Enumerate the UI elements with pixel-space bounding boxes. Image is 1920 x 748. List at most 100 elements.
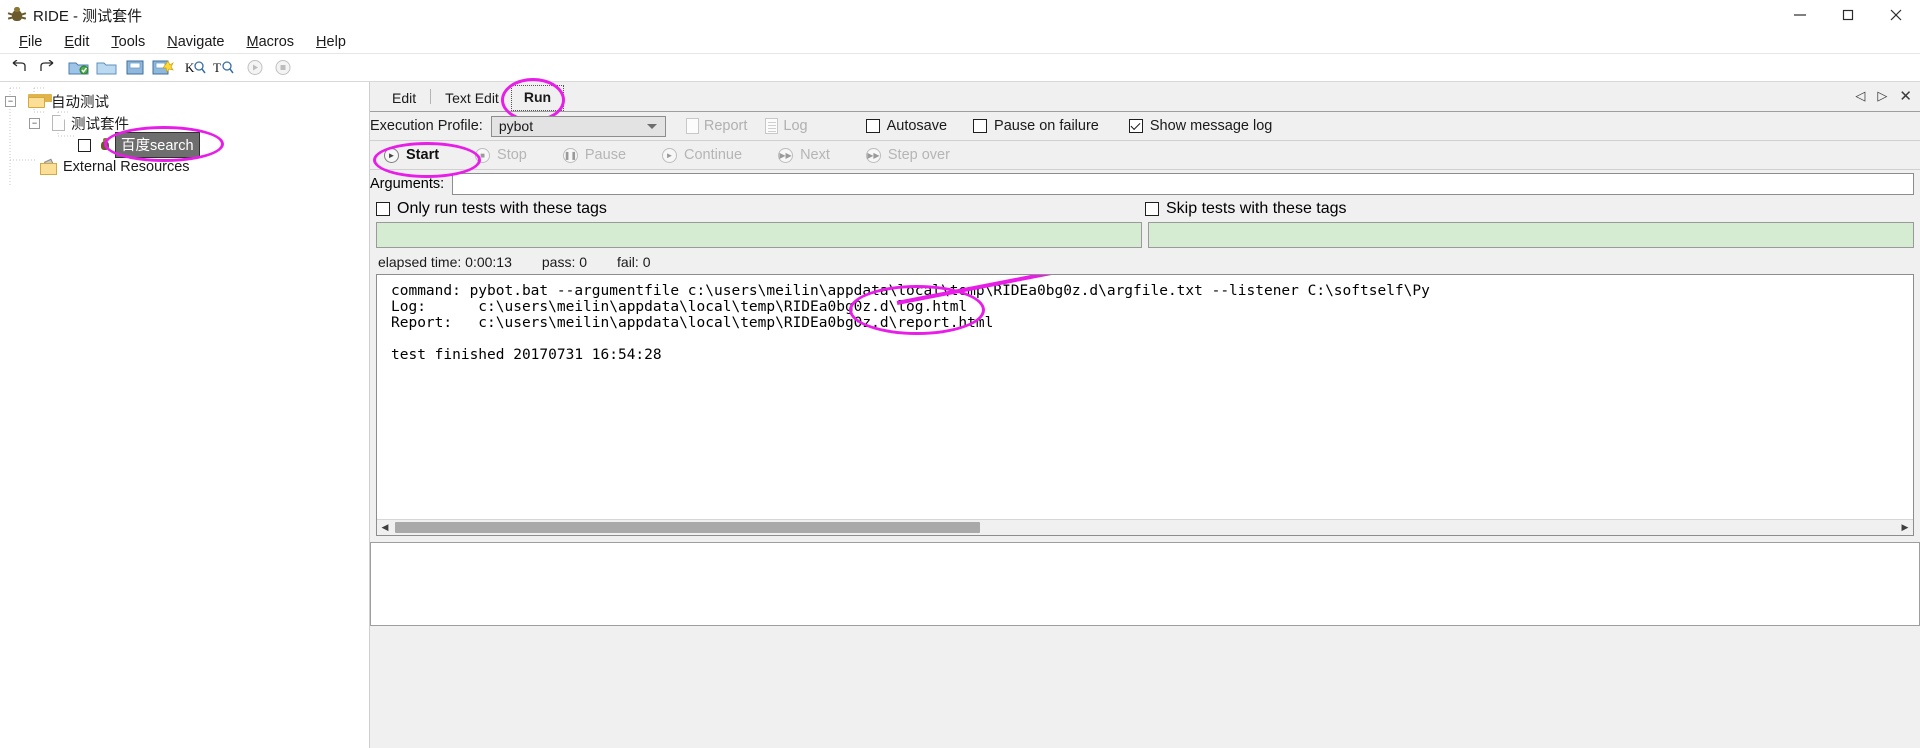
save-all-icon[interactable]	[149, 56, 177, 80]
editor-pane: Edit Text Edit Run ◁ ▷ ✕ Execution Profi…	[370, 78, 1920, 748]
message-log-pane[interactable]	[370, 542, 1920, 626]
tree-node-external-resources[interactable]: External Resources	[0, 156, 369, 178]
test-suite-tree-pane: − 自动测试 − 测试套件 百度search External Resource…	[0, 82, 370, 748]
tree-expander-icon[interactable]: −	[29, 117, 40, 129]
main-split: − 自动测试 − 测试套件 百度search External Resource…	[0, 78, 1920, 748]
log-button[interactable]: Log	[765, 118, 808, 134]
menu-item-tools[interactable]: Tools	[100, 32, 156, 52]
console-horizontal-scrollbar[interactable]: ◀ ▶	[377, 519, 1913, 535]
arguments-input[interactable]	[452, 173, 1914, 195]
autosave-label: Autosave	[886, 118, 948, 134]
show-message-log-label: Show message log	[1149, 118, 1273, 134]
tree: − 自动测试 − 测试套件 百度search External Resource…	[0, 90, 369, 178]
menu-bar: File Edit Tools Navigate Macros Help	[0, 30, 1920, 54]
minimize-button[interactable]	[1776, 0, 1824, 30]
tree-expander-icon[interactable]: −	[5, 95, 16, 107]
open-test-suite-icon[interactable]	[65, 56, 93, 80]
folder-icon	[28, 94, 52, 108]
tab-prev-icon[interactable]: ◁	[1855, 88, 1865, 104]
autosave-checkbox-item[interactable]: Autosave	[865, 118, 948, 134]
menu-item-file[interactable]: File	[8, 32, 53, 52]
play-icon: ►	[384, 147, 399, 163]
tree-node-checkbox[interactable]	[78, 138, 91, 152]
editor-tabs: Edit Text Edit Run ◁ ▷ ✕	[370, 82, 1920, 112]
stop-button: ■ Stop	[457, 147, 545, 163]
undo-icon[interactable]	[5, 56, 33, 80]
scroll-thumb[interactable]	[395, 522, 980, 533]
execution-profile-value: pybot	[498, 118, 534, 134]
maximize-button[interactable]	[1824, 0, 1872, 30]
redo-icon[interactable]	[33, 56, 61, 80]
execution-profile-combo[interactable]: pybot	[490, 115, 666, 137]
close-button[interactable]	[1872, 0, 1920, 30]
pause-icon: ❚❚	[562, 147, 578, 163]
stop-icon[interactable]	[269, 56, 297, 80]
menu-item-macros[interactable]: Macros	[235, 32, 305, 52]
pause-on-failure-label: Pause on failure	[994, 118, 1099, 134]
pause-on-failure-checkbox-item[interactable]: Pause on failure	[973, 118, 1099, 134]
only-run-tags-input[interactable]	[376, 222, 1142, 248]
tab-close-icon[interactable]: ✕	[1899, 87, 1912, 105]
skip-tags-checkbox[interactable]	[1145, 202, 1159, 216]
only-run-tags-label: Only run tests with these tags	[397, 200, 607, 217]
search-keyword-icon[interactable]: K	[181, 56, 209, 80]
tree-node-label: 自动测试	[51, 94, 109, 111]
show-message-log-checkbox-item[interactable]: Show message log	[1128, 118, 1273, 134]
title-bar: RIDE - 测试套件	[0, 0, 1920, 30]
autosave-checkbox[interactable]	[865, 119, 880, 133]
run-control-buttons: ► Start ■ Stop ❚❚ Pause ► Continue ▶▶ Ne…	[370, 140, 1920, 170]
execution-profile-label: Execution Profile:	[370, 118, 483, 134]
save-icon[interactable]	[121, 56, 149, 80]
tree-node-baidu-search[interactable]: 百度search	[0, 132, 369, 158]
tree-node-test-suite[interactable]: − 测试套件	[0, 112, 369, 134]
search-tests-icon[interactable]: T	[209, 56, 237, 80]
only-run-tags-col: Only run tests with these tags	[370, 200, 1145, 218]
title-bar-left: RIDE - 测试套件	[0, 5, 142, 26]
pass-count-text: pass: 0	[541, 254, 588, 270]
scroll-right-arrow-icon[interactable]: ▶	[1897, 520, 1913, 536]
window-controls	[1776, 0, 1920, 30]
stop-icon: ■	[475, 147, 491, 163]
log-document-icon	[765, 118, 779, 134]
scroll-track[interactable]	[393, 520, 1897, 536]
report-document-icon	[685, 118, 699, 134]
robot-bug-icon	[7, 6, 27, 24]
tags-input-row	[370, 220, 1920, 250]
menu-item-help[interactable]: Help	[305, 32, 357, 52]
tab-text-edit[interactable]: Text Edit	[433, 87, 511, 111]
open-directory-icon[interactable]	[93, 56, 121, 80]
arguments-label: Arguments:	[370, 176, 445, 192]
scroll-left-arrow-icon[interactable]: ◀	[377, 520, 393, 536]
report-button[interactable]: Report	[685, 118, 747, 134]
pause-label: Pause	[584, 147, 627, 163]
next-label: Next	[800, 147, 830, 163]
step-over-button: ▶▶ Step over	[848, 147, 968, 163]
run-icon[interactable]	[241, 56, 269, 80]
tab-run[interactable]: Run	[510, 85, 565, 111]
only-run-tags-checkbox[interactable]	[376, 202, 390, 216]
skip-tags-input[interactable]	[1148, 222, 1914, 248]
tree-node-label: 测试套件	[71, 116, 129, 133]
pause-on-failure-checkbox[interactable]	[973, 119, 988, 133]
start-label: Start	[406, 147, 440, 163]
next-button: ▶▶ Next	[760, 147, 848, 163]
tree-node-label: External Resources	[63, 159, 190, 175]
tags-checkbox-row: Only run tests with these tags Skip test…	[370, 198, 1920, 220]
run-console-output[interactable]: command: pybot.bat --argumentfile c:\use…	[376, 274, 1914, 536]
tree-node-automation[interactable]: − 自动测试	[0, 90, 369, 112]
tab-next-icon[interactable]: ▷	[1877, 88, 1887, 104]
start-button[interactable]: ► Start	[370, 147, 457, 163]
svg-text:K: K	[185, 60, 195, 75]
show-message-log-checkbox[interactable]	[1128, 119, 1143, 133]
execution-profile-row: Execution Profile: pybot Report Log Auto…	[370, 112, 1920, 140]
toolbar: K T	[0, 54, 1920, 82]
log-label: Log	[783, 118, 808, 134]
continue-button: ► Continue	[644, 147, 760, 163]
menu-item-edit[interactable]: Edit	[53, 32, 100, 52]
tab-edit[interactable]: Edit	[380, 87, 428, 111]
menu-item-navigate[interactable]: Navigate	[156, 32, 235, 52]
window-title: RIDE - 测试套件	[33, 7, 143, 25]
next-icon: ▶▶	[778, 147, 794, 163]
tab-navigation: ◁ ▷ ✕	[1855, 87, 1912, 105]
tree-node-label: 百度search	[115, 132, 200, 158]
